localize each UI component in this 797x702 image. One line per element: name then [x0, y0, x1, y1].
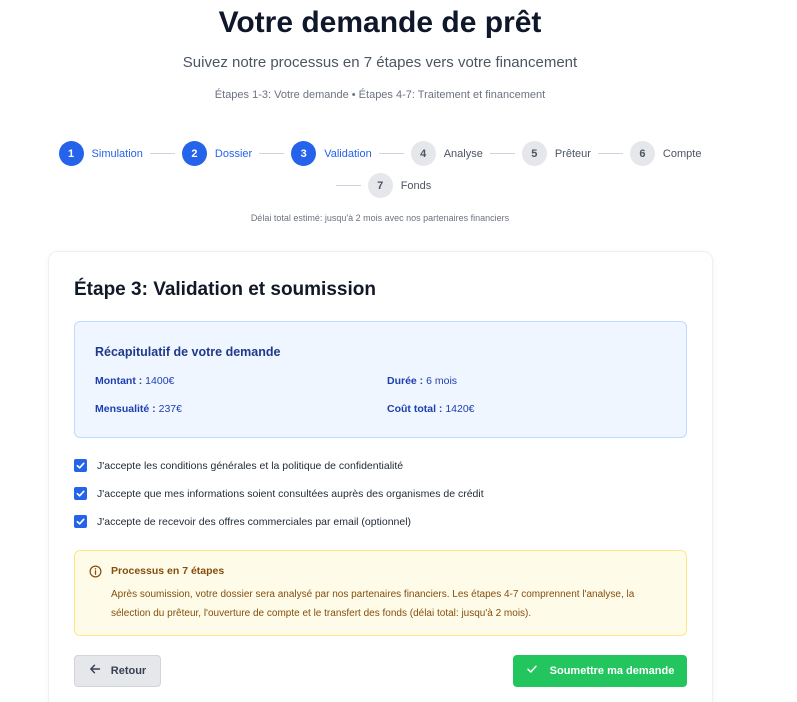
submit-button-label: Soumettre ma demande: [549, 665, 675, 677]
arrow-left-icon: [89, 662, 101, 680]
step-label: Prêteur: [554, 147, 591, 160]
checkbox-checked-icon[interactable]: [74, 459, 87, 472]
delay-note: Délai total estimé: jusqu'à 2 mois avec …: [250, 213, 510, 223]
step-number: 7: [367, 173, 393, 198]
step-label: Validation: [324, 147, 372, 160]
page-title: Votre demande de prêt: [218, 6, 542, 39]
submit-button[interactable]: Soumettre ma demande: [513, 655, 687, 687]
step-label: Dossier: [214, 147, 253, 160]
duration-value: 6 mois: [426, 375, 458, 387]
step-connector: [378, 153, 404, 154]
consent-label: J'accepte que mes informations soient co…: [97, 487, 484, 500]
step-validation[interactable]: 3 Validation: [291, 141, 372, 166]
checkbox-checked-icon[interactable]: [74, 487, 87, 500]
stepper-row-1: 1 Simulation 2 Dossier 3 Validation 4 An…: [0, 141, 760, 166]
info-title: Processus en 7 étapes: [111, 565, 225, 577]
stepper-row-2: 7 Fonds: [0, 173, 760, 198]
steps-caption: Étapes 1-3: Votre demande • Étapes 4-7: …: [214, 89, 546, 101]
step-compte: 6 Compte: [629, 141, 702, 166]
consent-terms[interactable]: J'accepte les conditions générales et la…: [74, 459, 403, 472]
step-number: 1: [58, 141, 84, 166]
info-text: Après soumission, votre dossier sera ana…: [111, 589, 635, 619]
total-value: 1420€: [445, 403, 475, 415]
step-analyse: 4 Analyse: [410, 141, 483, 166]
consent-label: J'accepte les conditions générales et la…: [97, 459, 404, 472]
back-button[interactable]: Retour: [74, 655, 161, 687]
monthly-key: Mensualité :: [95, 403, 156, 415]
step-connector: [597, 153, 623, 154]
back-button-label: Retour: [110, 665, 147, 677]
step-number: 3: [291, 141, 317, 166]
amount-value: 1400€: [145, 375, 175, 387]
step-connector: [149, 153, 175, 154]
duration-key: Durée :: [387, 375, 424, 387]
step-number: 5: [521, 141, 547, 166]
consent-credit-check[interactable]: J'accepte que mes informations soient co…: [74, 487, 484, 500]
consent-marketing[interactable]: J'accepte de recevoir des offres commerc…: [74, 515, 411, 528]
consent-label: J'accepte de recevoir des offres commerc…: [97, 515, 412, 528]
step-preteur: 5 Prêteur: [521, 141, 591, 166]
summary-duration: Durée : 6 mois: [387, 375, 457, 387]
step-label: Fonds: [400, 179, 432, 192]
summary-amount: Montant : 1400€: [95, 375, 174, 387]
checkbox-checked-icon[interactable]: [74, 515, 87, 528]
step-number: 2: [181, 141, 207, 166]
card-title: Étape 3: Validation et soumission: [74, 279, 376, 300]
summary-total: Coût total : 1420€: [387, 403, 475, 415]
info-icon: [89, 565, 102, 583]
step-connector: [489, 153, 515, 154]
page-subtitle: Suivez notre processus en 7 étapes vers …: [182, 54, 578, 71]
amount-key: Montant :: [95, 375, 143, 387]
step-connector: [335, 185, 361, 186]
step-label: Simulation: [91, 147, 143, 160]
step-simulation[interactable]: 1 Simulation: [58, 141, 143, 166]
summary-title: Récapitulatif de votre demande: [95, 345, 281, 359]
step-label: Compte: [662, 147, 702, 160]
step-fonds: 7 Fonds: [367, 173, 432, 198]
step-number: 6: [629, 141, 655, 166]
check-icon: [526, 662, 538, 680]
step-dossier[interactable]: 2 Dossier: [181, 141, 253, 166]
step-label: Analyse: [443, 147, 483, 160]
total-key: Coût total :: [387, 403, 443, 415]
summary-monthly: Mensualité : 237€: [95, 403, 182, 415]
step-connector: [259, 153, 285, 154]
monthly-value: 237€: [158, 403, 182, 415]
step-number: 4: [410, 141, 436, 166]
